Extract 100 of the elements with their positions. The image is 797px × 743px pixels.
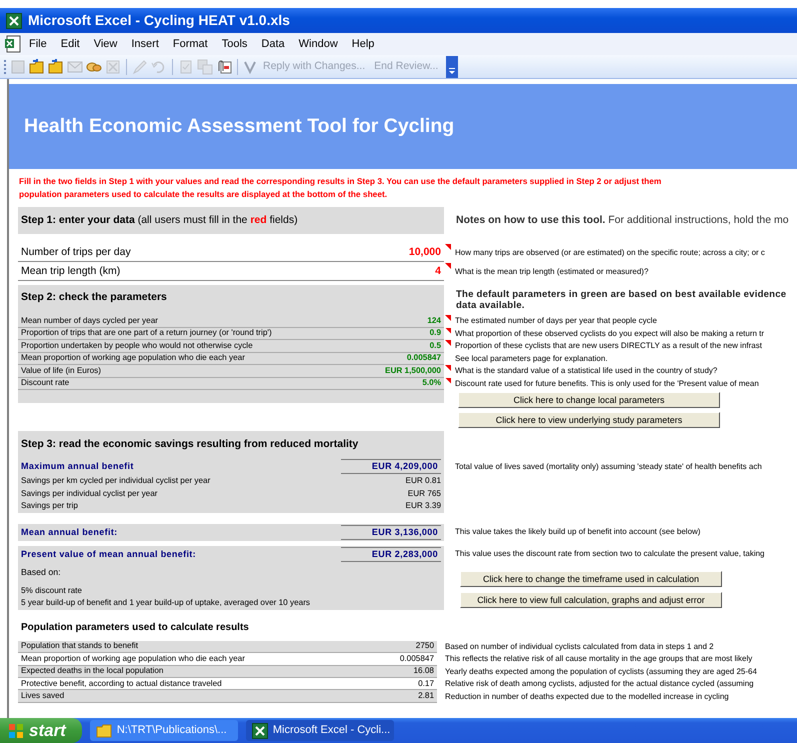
notes-heading: Notes on how to use this tool. For additional instructions, hold the mo bbox=[455, 212, 789, 228]
result-value: EUR 0.81 bbox=[406, 475, 441, 488]
comment-marker-icon[interactable] bbox=[445, 244, 451, 250]
parameter-value[interactable]: 124 bbox=[427, 314, 441, 327]
note-text: Yearly deaths expected among the population of cyclists (assuming they are aged 25-64 bbox=[445, 666, 757, 678]
reply-flag-icon[interactable] bbox=[243, 60, 257, 74]
folder-icon[interactable] bbox=[29, 58, 45, 74]
menu-item[interactable]: View bbox=[86, 36, 124, 52]
section-heading: Step 1: enter your data (all users must fill in the red fields) bbox=[21, 212, 298, 228]
note-text: The estimated number of days per year that people cycle bbox=[455, 315, 657, 328]
comment-marker-icon[interactable] bbox=[445, 315, 451, 321]
parameter-value[interactable]: 5.0% bbox=[422, 377, 441, 390]
note-text: Reduction in number of deaths expected due to the modelled increase in cycling bbox=[445, 690, 729, 703]
comment-marker-icon[interactable] bbox=[445, 365, 451, 371]
parameter-value: 16.08 bbox=[414, 665, 434, 678]
notes-heading: data available. bbox=[456, 300, 525, 311]
instruction-text: Fill in the two fields in Step 1 with your values and read the corresponding results in Step 3. You can use the default parameters supplied in Step 2 or adjust them bbox=[19, 175, 662, 188]
spreadsheet-app-icon bbox=[252, 722, 268, 738]
footnote-text: 5 year build-up of benefit and 1 year build-up of uptake, averaged over 10 years bbox=[21, 597, 312, 610]
macro-button[interactable]: Click here to change the timeframe used in calculation bbox=[460, 570, 722, 587]
comment-marker-icon[interactable] bbox=[445, 328, 451, 334]
parameter-value[interactable]: EUR 1,500,000 bbox=[385, 364, 441, 377]
taskbar-button[interactable]: Microsoft Excel - Cycli... bbox=[246, 720, 394, 741]
parameter-label: Mean proportion of working age population who die each year bbox=[21, 652, 245, 665]
note-text: This value uses the discount rate from section two to calculate the present value, taking bbox=[455, 548, 764, 560]
toolbar-options-icon[interactable] bbox=[446, 56, 458, 78]
taskbar-button[interactable]: N:\TRT\Publications\... bbox=[90, 720, 238, 741]
parameter-value: 2.81 bbox=[418, 690, 434, 702]
parameter-label: Proportion undertaken by people who would not otherwise cycle bbox=[21, 340, 253, 352]
note-text: Discount rate used for future benefits. This is only used for the 'Present value of mean bbox=[455, 378, 759, 390]
field-label: Mean trip length (km) bbox=[21, 264, 120, 279]
parameter-label: Expected deaths in the local population bbox=[21, 665, 164, 678]
parameter-label: Mean proportion of working age population who die each year bbox=[21, 352, 245, 364]
menu-item[interactable]: Insert bbox=[124, 36, 166, 52]
comment-marker-icon[interactable] bbox=[445, 263, 451, 269]
macro-button[interactable]: Click here to view underlying study parameters bbox=[458, 412, 720, 428]
windows-logo-icon bbox=[8, 722, 24, 738]
parameter-label: Discount rate bbox=[21, 377, 70, 390]
parameter-label: Value of life (in Euros) bbox=[21, 364, 101, 377]
note-text: Relative risk of death among cyclists, adjusted for the actual distance cycled (assuming bbox=[445, 678, 754, 690]
parameter-value: 2750 bbox=[416, 640, 434, 652]
note-text: See local parameters page for explanation. bbox=[455, 352, 608, 365]
spreadsheet-app-icon bbox=[6, 12, 22, 28]
parameter-label: Mean number of days cycled per year bbox=[21, 314, 158, 327]
result-label: Savings per km cycled per individual cyclist per year bbox=[21, 475, 210, 488]
result-value: EUR 3,136,000 bbox=[341, 524, 441, 540]
parameter-label: Lives saved bbox=[21, 690, 64, 702]
footnote-text: Based on: bbox=[21, 566, 62, 579]
parameter-label: Proportion of trips that are one part of a return journey (or 'round trip') bbox=[21, 327, 272, 340]
note-text: Proportion of these cyclists that are new users DIRECTLY as a result of the new infrast bbox=[455, 340, 762, 352]
window-title: Microsoft Excel - Cycling HEAT v1.0.xls bbox=[28, 11, 290, 30]
footnote-text: 5% discount rate bbox=[21, 584, 83, 597]
result-value: EUR 4,209,000 bbox=[341, 458, 441, 474]
section-heading: Population parameters used to calculate results bbox=[21, 621, 249, 636]
input-field[interactable]: 10,000 bbox=[408, 244, 441, 260]
start-button[interactable]: start bbox=[0, 718, 82, 743]
banner-title: Health Economic Assessment Tool for Cycling bbox=[24, 114, 454, 138]
spreadsheet-document-icon[interactable] bbox=[4, 35, 22, 53]
result-value: EUR 765 bbox=[408, 488, 441, 500]
toolbar-grip-icon[interactable] bbox=[4, 58, 7, 74]
note-text: This value takes the likely build up of benefit into account (see below) bbox=[455, 526, 700, 538]
menu-item[interactable]: File bbox=[22, 36, 54, 52]
menu-item[interactable]: Window bbox=[292, 36, 345, 52]
attachment-icon[interactable] bbox=[216, 58, 232, 74]
note-text: What proportion of these observed cyclists do you expect will also be making a return tr bbox=[455, 328, 764, 340]
folder-icon[interactable] bbox=[48, 58, 64, 74]
parameter-value[interactable]: 0.5 bbox=[430, 340, 441, 352]
result-label: Mean annual benefit: bbox=[21, 526, 118, 539]
note-text: What is the mean trip length (estimated or measured)? bbox=[455, 266, 648, 278]
comment-marker-icon[interactable] bbox=[445, 378, 451, 384]
field-label: Number of trips per day bbox=[21, 244, 131, 260]
menu-item[interactable]: Help bbox=[344, 36, 382, 52]
note-text: How many trips are observed (or are estimated) on the specific route; across a city; or c bbox=[455, 247, 765, 259]
parameter-value: 0.005847 bbox=[400, 652, 434, 665]
note-text: What is the standard value of a statistical life used in the country of study? bbox=[455, 365, 718, 378]
menu-item[interactable]: Edit bbox=[54, 36, 87, 52]
note-text: This reflects the relative risk of all cause mortality in the age groups that are most likely bbox=[445, 653, 752, 666]
parameter-value[interactable]: 0.9 bbox=[430, 327, 441, 340]
section-heading: Step 2: check the parameters bbox=[21, 290, 167, 305]
note-text: Total value of lives saved (mortality only) assuming 'steady state' of health benefits ach bbox=[455, 460, 762, 472]
section-heading: Step 3: read the economic savings resulting from reduced mortality bbox=[21, 436, 358, 452]
notes-heading: The default parameters in green are based on best available evidence bbox=[456, 289, 786, 300]
result-value: EUR 2,283,000 bbox=[341, 546, 441, 562]
result-label: Maximum annual benefit bbox=[21, 460, 134, 473]
macro-button[interactable]: Click here to change local parameters bbox=[458, 392, 720, 408]
menu-item[interactable]: Tools bbox=[214, 36, 254, 52]
result-label: Savings per trip bbox=[21, 500, 78, 512]
menu-item[interactable]: Data bbox=[254, 36, 292, 52]
input-field[interactable]: 4 bbox=[435, 264, 441, 280]
result-label: Present value of mean annual benefit: bbox=[21, 548, 196, 561]
instruction-text: population parameters used to calculate the results are displayed at the bottom of the sheet. bbox=[19, 188, 388, 201]
macro-button[interactable]: Click here to view full calculation, graphs and adjust error bbox=[460, 592, 722, 608]
parameter-label: Protective benefit, according to actual distance traveled bbox=[21, 678, 222, 690]
folder-icon bbox=[96, 724, 112, 738]
result-label: Savings per individual cyclist per year bbox=[21, 488, 158, 500]
parameter-value[interactable]: 0.005847 bbox=[406, 352, 441, 364]
menu-item[interactable]: Format bbox=[166, 36, 215, 52]
comment-marker-icon[interactable] bbox=[445, 340, 451, 346]
parameter-value: 0.17 bbox=[418, 678, 434, 690]
result-value: EUR 3.39 bbox=[406, 500, 441, 512]
